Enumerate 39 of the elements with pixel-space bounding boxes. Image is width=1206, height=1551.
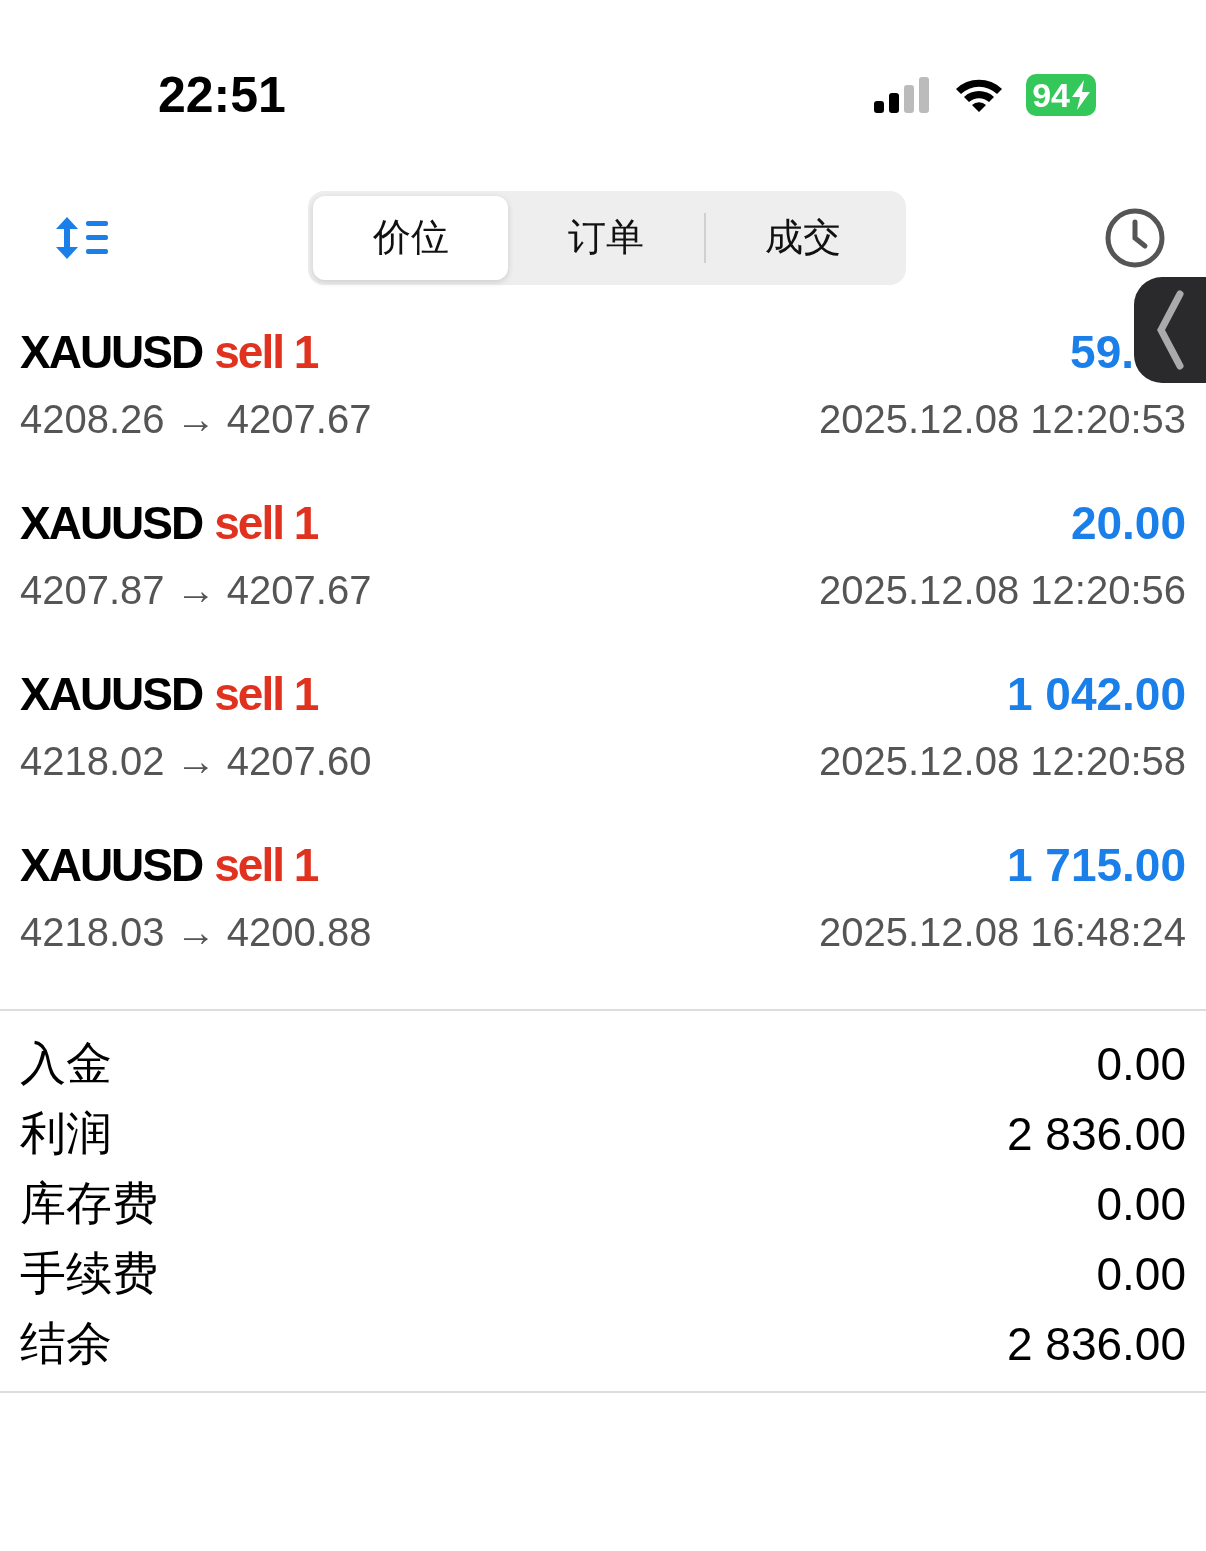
tab[interactable]: 订单 [508,195,704,280]
deal-type: sell 1 [214,325,318,379]
deal-time: 2025.12.08 12:20:53 [819,397,1186,442]
deal-time: 2025.12.08 12:20:56 [819,568,1186,613]
symbol: XAUUSD [20,838,203,892]
deal-type: sell 1 [214,667,318,721]
history-icon[interactable] [1104,206,1166,269]
profit: 59. [1070,325,1134,379]
price-range: 4218.03 → 4200.88 [20,910,372,955]
summary-value: 2 836.00 [1006,1107,1186,1161]
deal-time: 2025.12.08 12:20:58 [819,739,1186,784]
deal-time: 2025.12.08 16:48:24 [819,910,1186,955]
tab[interactable]: 价位 [313,195,509,280]
price-range: 4218.02 → 4207.60 [20,739,372,784]
summary-label: 入金 [20,1036,112,1091]
battery-indicator: 94 [1026,74,1096,116]
chevron-left-icon [1155,290,1185,370]
summary-value: 0.00 [1096,1247,1186,1301]
profit: 1 715.00 [1006,838,1186,892]
summary-value: 0.00 [1096,1037,1186,1091]
price-range: 4208.26 → 4207.67 [20,397,372,442]
profit: 1 042.00 [1006,667,1186,721]
wifi-icon [954,77,1005,113]
summary-label: 库存费 [20,1176,158,1231]
symbol: XAUUSD [20,325,203,379]
side-panel-handle[interactable] [1134,277,1206,383]
summary-value: 2 836.00 [1006,1317,1186,1371]
summary-label: 手续费 [20,1246,158,1301]
summary-label: 结余 [20,1316,112,1371]
price-range: 4207.87 → 4207.67 [20,568,372,613]
symbol: XAUUSD [20,496,203,550]
clock-time: 22:51 [158,66,286,124]
profit: 20.00 [1070,496,1186,550]
symbol: XAUUSD [20,667,203,721]
deal-type: sell 1 [214,496,318,550]
tab[interactable]: 成交 [705,195,901,280]
summary-value: 0.00 [1096,1177,1186,1231]
deal-type: sell 1 [214,838,318,892]
summary-label: 利润 [20,1106,112,1161]
